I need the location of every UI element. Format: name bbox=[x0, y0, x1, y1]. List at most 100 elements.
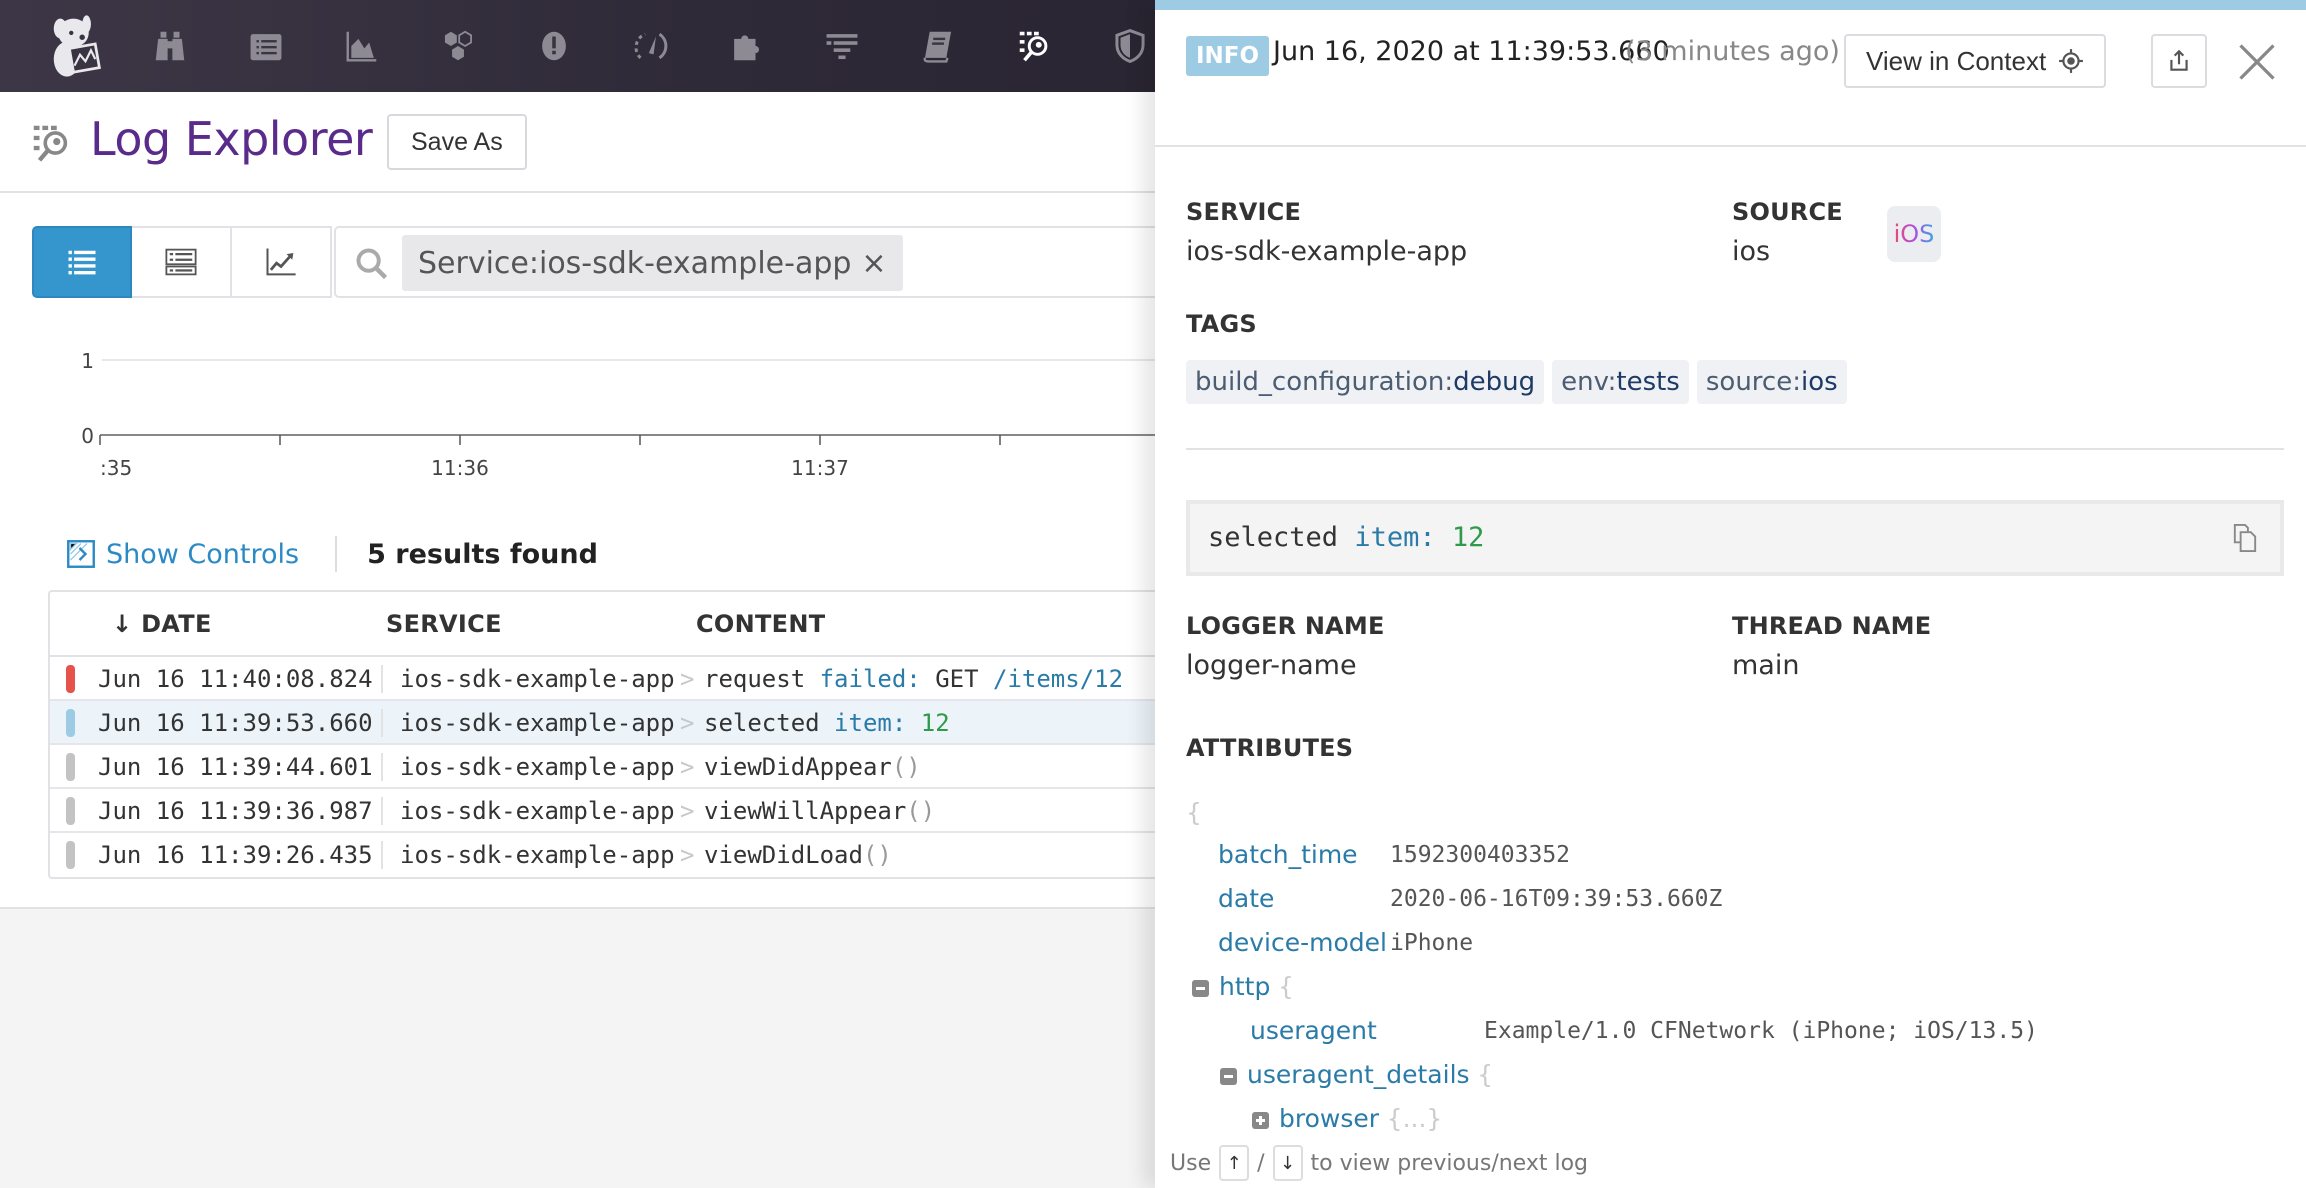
analytics-view-button[interactable] bbox=[232, 226, 332, 298]
cell-service[interactable]: ios-sdk-example-app bbox=[400, 797, 675, 825]
cell-content: viewDidLoad() bbox=[704, 841, 892, 869]
cell-date: Jun 16 11:39:53.660 bbox=[98, 709, 373, 737]
source-value[interactable]: ios bbox=[1732, 236, 1770, 267]
share-button[interactable] bbox=[2151, 34, 2207, 88]
cell-service[interactable]: ios-sdk-example-app bbox=[400, 753, 675, 781]
search-filter-chip[interactable]: Service:ios-sdk-example-app × bbox=[402, 235, 903, 291]
attribute-key[interactable]: date bbox=[1218, 884, 1274, 913]
logger-name-value[interactable]: logger-name bbox=[1186, 650, 1357, 681]
attribute-group-http[interactable]: http { bbox=[1192, 972, 1294, 1012]
infrastructure-icon[interactable] bbox=[434, 22, 482, 70]
show-controls-button[interactable]: Show Controls bbox=[66, 539, 299, 570]
attribute-key[interactable]: device-model bbox=[1218, 928, 1387, 957]
cell-divider bbox=[381, 709, 383, 737]
log-message: selected item: 12 bbox=[1186, 500, 2284, 576]
events-icon[interactable] bbox=[242, 22, 290, 70]
attribute-value[interactable]: 1592300403352 bbox=[1390, 842, 1570, 868]
tag-chip[interactable]: build_configuration:debug bbox=[1186, 360, 1545, 404]
column-header-content[interactable]: CONTENT bbox=[696, 610, 825, 638]
attribute-row[interactable]: date 2020-06-16T09:39:53.660Z bbox=[1218, 884, 1722, 924]
chevron-right-icon: > bbox=[680, 709, 695, 737]
status-indicator bbox=[66, 841, 75, 869]
log-explorer-icon bbox=[33, 125, 68, 162]
apm-icon[interactable] bbox=[626, 22, 674, 70]
cell-service[interactable]: ios-sdk-example-app bbox=[400, 665, 675, 693]
line-chart-icon bbox=[266, 248, 296, 276]
tag-list: build_configuration:debug env:tests source… bbox=[1186, 360, 1847, 404]
page-header: Log Explorer Save As bbox=[0, 92, 1160, 193]
integrations-icon[interactable] bbox=[722, 22, 770, 70]
table-body: Jun 16 11:40:08.824 ios-sdk-example-app > r… bbox=[50, 657, 1168, 877]
thread-name-value[interactable]: main bbox=[1732, 650, 1799, 681]
table-row[interactable]: Jun 16 11:39:26.435 ios-sdk-example-app > v… bbox=[50, 833, 1168, 877]
cell-content: viewWillAppear() bbox=[704, 797, 935, 825]
patterns-view-button[interactable] bbox=[132, 226, 232, 298]
token-paren: () bbox=[862, 841, 892, 869]
cell-date: Jun 16 11:39:36.987 bbox=[98, 797, 373, 825]
cell-service[interactable]: ios-sdk-example-app bbox=[400, 709, 675, 737]
tag-chip[interactable]: env:tests bbox=[1552, 360, 1689, 404]
dashboards-icon[interactable] bbox=[338, 22, 386, 70]
table-row[interactable]: Jun 16 11:39:53.660 ios-sdk-example-app > s… bbox=[50, 701, 1168, 745]
attribute-row[interactable]: batch_time 1592300403352 bbox=[1218, 840, 1570, 880]
remove-filter-icon[interactable]: × bbox=[861, 246, 886, 281]
collapse-toggle-icon[interactable] bbox=[1220, 1067, 1237, 1085]
chevron-right-icon: > bbox=[680, 797, 695, 825]
close-icon[interactable] bbox=[2235, 40, 2279, 84]
page-title: Log Explorer bbox=[90, 112, 373, 166]
tags-label: TAGS bbox=[1186, 310, 1257, 338]
attribute-row[interactable]: device-model iPhone bbox=[1218, 928, 1473, 968]
status-indicator bbox=[66, 665, 75, 693]
attribute-row[interactable]: useragent Example/1.0 CFNetwork (iPhone;… bbox=[1250, 1016, 2038, 1056]
cell-content: request failed: GET /items/12 bbox=[704, 665, 1123, 693]
view-in-context-button[interactable]: View in Context bbox=[1844, 34, 2107, 88]
token-key: item: bbox=[1354, 522, 1436, 553]
service-label: SERVICE bbox=[1186, 198, 1302, 226]
status-indicator bbox=[66, 753, 75, 781]
pipelines-icon[interactable] bbox=[818, 22, 866, 70]
token-text: selected bbox=[704, 709, 835, 737]
service-value[interactable]: ios-sdk-example-app bbox=[1186, 236, 1467, 267]
attribute-group-browser[interactable]: browser {...} bbox=[1252, 1104, 1442, 1144]
search-chip-label: Service:ios-sdk-example-app bbox=[418, 245, 852, 281]
log-count-chart: 0 1:35 11:36 11:37 bbox=[81, 349, 1160, 480]
table-row[interactable]: Jun 16 11:39:36.987 ios-sdk-example-app > v… bbox=[50, 789, 1168, 833]
column-header-service[interactable]: SERVICE bbox=[386, 610, 502, 638]
tag-chip[interactable]: source:ios bbox=[1696, 360, 1847, 404]
list-view-button[interactable] bbox=[32, 226, 132, 298]
attribute-group-useragent-details[interactable]: useragent_details { bbox=[1220, 1060, 1493, 1100]
source-label: SOURCE bbox=[1732, 198, 1843, 226]
token-num: 12 bbox=[1435, 522, 1485, 553]
security-icon[interactable] bbox=[1106, 22, 1154, 70]
binoculars-icon[interactable] bbox=[146, 22, 194, 70]
logs-icon[interactable] bbox=[1010, 22, 1058, 70]
list-icon bbox=[68, 250, 96, 275]
cell-service[interactable]: ios-sdk-example-app bbox=[400, 841, 675, 869]
column-header-date[interactable]: ↓ DATE bbox=[112, 610, 212, 638]
token-key: failed: bbox=[819, 665, 921, 693]
monitors-icon[interactable] bbox=[530, 22, 578, 70]
cell-divider bbox=[381, 753, 383, 781]
x-tick-label: 11:36 bbox=[431, 456, 489, 480]
attribute-value[interactable]: iPhone bbox=[1390, 930, 1473, 956]
notebooks-icon[interactable] bbox=[914, 22, 962, 70]
y-tick-label: 1 bbox=[81, 349, 94, 373]
logger-name-label: LOGGER NAME bbox=[1186, 612, 1385, 640]
attribute-value[interactable]: 2020-06-16T09:39:53.660Z bbox=[1390, 886, 1722, 912]
save-as-button[interactable]: Save As bbox=[387, 114, 527, 170]
attribute-key[interactable]: batch_time bbox=[1218, 840, 1358, 869]
search-bar[interactable]: Service:ios-sdk-example-app × bbox=[334, 226, 1164, 298]
token-text: viewWillAppear bbox=[704, 797, 907, 825]
expand-panel-icon bbox=[67, 540, 95, 568]
copy-icon[interactable] bbox=[2230, 522, 2260, 554]
table-row[interactable]: Jun 16 11:40:08.824 ios-sdk-example-app > r… bbox=[50, 657, 1168, 701]
log-detail-panel: INFO Jun 16, 2020 at 11:39:53.660 (3 min… bbox=[1155, 0, 2306, 1188]
token-paren: () bbox=[891, 753, 921, 781]
results-bar: Show Controls 5 results found bbox=[66, 534, 598, 574]
table-row[interactable]: Jun 16 11:39:44.601 ios-sdk-example-app > v… bbox=[50, 745, 1168, 789]
attribute-key[interactable]: useragent bbox=[1250, 1016, 1377, 1045]
expand-toggle-icon[interactable] bbox=[1252, 1111, 1269, 1129]
attribute-value[interactable]: Example/1.0 CFNetwork (iPhone; iOS/13.5) bbox=[1484, 1018, 2038, 1044]
collapse-toggle-icon[interactable] bbox=[1192, 979, 1209, 997]
datadog-logo-icon[interactable] bbox=[44, 10, 116, 82]
